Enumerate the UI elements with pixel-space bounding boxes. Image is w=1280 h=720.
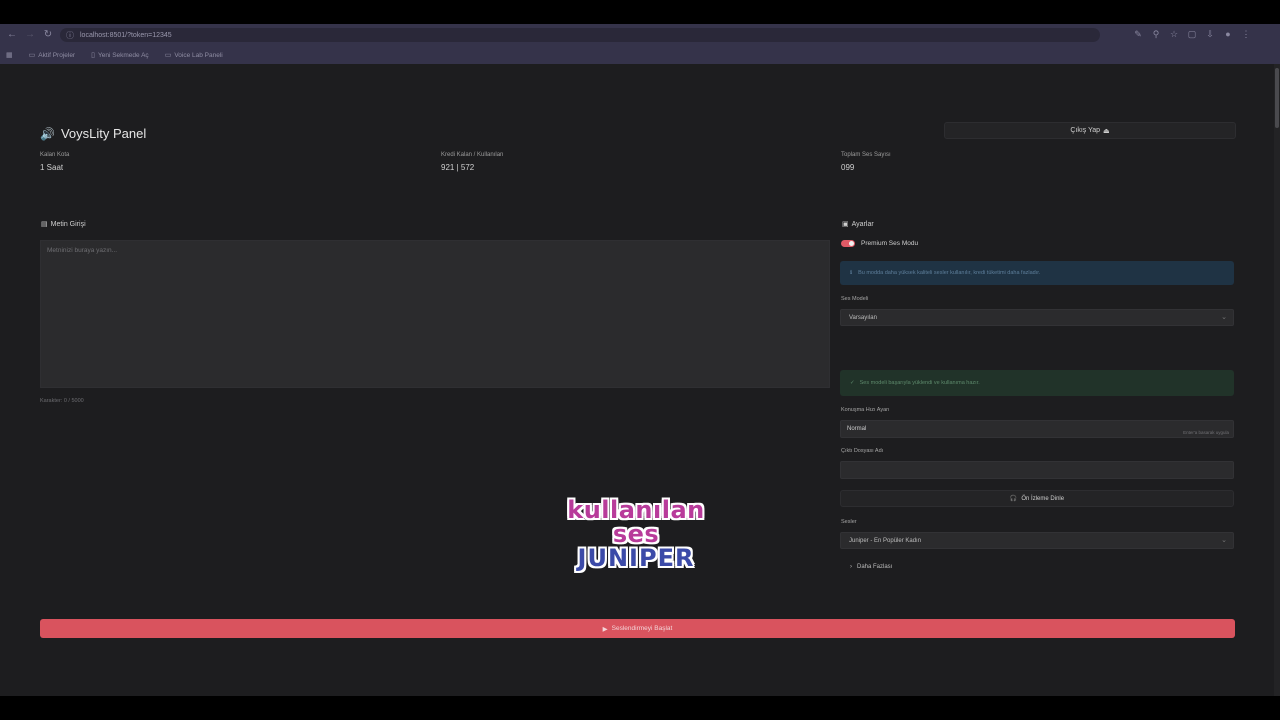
info-icon: ℹ xyxy=(850,270,853,276)
url-text: localhost:8501/?token=12345 xyxy=(80,31,172,39)
voice-select[interactable]: Juniper - En Popüler Kadın ⌄ xyxy=(840,532,1234,549)
bookmarks-bar: ▦ ▭ Aktif Projeler ▯ Yeni Sekmede Aç ▭ Voic… xyxy=(0,46,1280,64)
scrollbar-thumb[interactable] xyxy=(1275,68,1279,128)
forward-icon[interactable]: → xyxy=(24,29,36,41)
page-title: 🔊 VoysLity Panel xyxy=(40,126,147,141)
premium-toggle[interactable]: Premium Ses Modu xyxy=(841,240,918,247)
preview-button[interactable]: 🎧 Ön İzleme Dinle xyxy=(840,490,1234,507)
voice-model-label: Ses Modeli xyxy=(841,296,869,302)
folder-icon: ▭ xyxy=(28,52,36,59)
generate-button[interactable]: ▶ Seslendirmeyi Başlat xyxy=(40,619,1235,638)
back-icon[interactable]: ← xyxy=(6,29,18,41)
browser-toolbar: ← → ↻ ⓘ localhost:8501/?token=12345 ✎ ⚲ … xyxy=(0,24,1280,46)
stat-quota: Kalan Kota 1 Saat xyxy=(40,152,70,172)
bookmark-item-2[interactable]: ▯ Yeni Sekmede Aç xyxy=(91,51,149,60)
check-icon: ✓ xyxy=(850,380,855,386)
text-input-area[interactable]: Metninizi buraya yazın... xyxy=(40,240,830,388)
speaker-icon: 🔊 xyxy=(40,126,55,141)
bookmark-item-1[interactable]: ▭ Aktif Projeler xyxy=(28,51,75,60)
toolbar-icons: ✎ ⚲ ☆ ▢ ⇩ ● ⋮ xyxy=(1132,28,1252,40)
bookmark-item-3[interactable]: ▭ Voice Lab Paneli xyxy=(164,51,223,60)
success-alert: ✓ Ses modeli başarıyla yüklendi ve kulla… xyxy=(840,370,1234,396)
settings-icon: ▣ xyxy=(842,221,849,228)
stat-credits: Kredi Kalan / Kullanılan 921 | 572 xyxy=(441,152,504,172)
bookmark-star-icon[interactable]: ☆ xyxy=(1168,28,1180,40)
more-expander[interactable]: › Daha Fazlası xyxy=(850,564,892,570)
apps-grid-icon[interactable]: ▦ xyxy=(6,51,13,59)
speed-label: Konuşma Hızı Ayarı xyxy=(841,407,890,413)
profile-icon[interactable]: ● xyxy=(1222,28,1234,40)
settings-label: ▣ Ayarlar xyxy=(842,220,874,229)
translate-icon[interactable]: ⚲ xyxy=(1150,28,1162,40)
logout-button[interactable]: Çıkış Yap ⏏ xyxy=(944,122,1236,139)
play-icon: ▶ xyxy=(602,625,608,633)
headphones-icon: 🎧 xyxy=(1009,496,1018,502)
site-info-icon[interactable]: ⓘ xyxy=(66,30,74,41)
character-counter: Karakter: 0 / 5000 xyxy=(40,398,84,404)
overlay-sticker: kullanılan ses JUNIPER xyxy=(567,496,705,572)
voice-label: Sesler xyxy=(841,519,857,525)
extension-icon[interactable]: ✎ xyxy=(1132,28,1144,40)
page-icon: ▯ xyxy=(91,52,95,59)
toggle-switch[interactable] xyxy=(841,240,855,247)
text-input-label: ▤ Metin Girişi xyxy=(41,220,86,229)
info-alert: ℹ Bu modda daha yüksek kaliteli sesler k… xyxy=(840,261,1234,285)
browser-viewport: ← → ↻ ⓘ localhost:8501/?token=12345 ✎ ⚲ … xyxy=(0,24,1280,696)
output-name-input[interactable] xyxy=(840,461,1234,479)
reload-icon[interactable]: ↻ xyxy=(42,29,54,41)
address-bar[interactable]: ⓘ localhost:8501/?token=12345 xyxy=(60,28,1100,42)
voice-model-select[interactable]: Varsayılan ⌄ xyxy=(840,309,1234,326)
chevron-down-icon: ⌄ xyxy=(1221,537,1227,544)
input-hint: Enter'a basarak uygula xyxy=(1183,430,1229,435)
menu-icon[interactable]: ⋮ xyxy=(1240,28,1252,40)
scrollbar[interactable] xyxy=(1274,64,1280,696)
exit-icon: ⏏ xyxy=(1103,127,1110,135)
downloads-icon[interactable]: ⇩ xyxy=(1204,28,1216,40)
folder-icon: ▭ xyxy=(164,52,172,59)
stat-voice-count: Toplam Ses Sayısı 099 xyxy=(841,152,891,172)
extensions-puzzle-icon[interactable]: ▢ xyxy=(1186,28,1198,40)
speed-input[interactable]: Normal Enter'a basarak uygula xyxy=(840,420,1234,438)
browser-chrome: ← → ↻ ⓘ localhost:8501/?token=12345 ✎ ⚲ … xyxy=(0,24,1280,64)
chevron-right-icon: › xyxy=(850,564,852,570)
chevron-down-icon: ⌄ xyxy=(1221,314,1227,321)
document-icon: ▤ xyxy=(41,221,48,228)
output-name-label: Çıktı Dosyası Adı xyxy=(841,448,884,454)
